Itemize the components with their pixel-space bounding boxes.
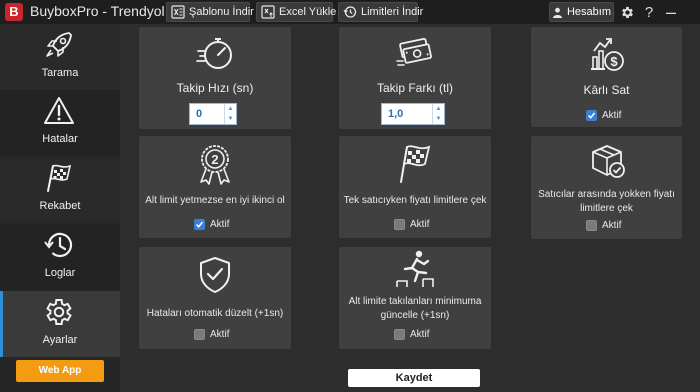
second-best-card: 2 Alt limit yetmezse en iyi ikinci ol Ak… <box>139 136 291 238</box>
second-best-checkbox[interactable]: Aktif <box>194 219 229 230</box>
checkbox-checked-icon <box>586 110 597 121</box>
limits-download-label: Limitleri İndir <box>361 6 424 18</box>
sole-seller-active-label: Aktif <box>410 219 430 230</box>
sidebar-item-ayarlar[interactable]: Ayarlar <box>0 291 120 357</box>
price-diff-title: Takip Farkı (tl) <box>376 81 453 95</box>
speed-decrement-icon[interactable]: ▼ <box>225 114 236 124</box>
sole-seller-desc: Tek satıcıyken fiyatı limitlere çek <box>343 195 487 206</box>
min-update-checkbox[interactable]: Aktif <box>394 329 429 340</box>
save-button[interactable]: Kaydet <box>348 369 480 387</box>
money-icon <box>396 37 432 66</box>
sidebar-item-hatalar[interactable]: Hatalar <box>0 90 120 156</box>
rocket-icon <box>46 32 72 57</box>
second-best-active-label: Aktif <box>210 219 230 230</box>
profitable-title: Kârlı Sat <box>583 83 630 97</box>
sole-seller-checkbox[interactable]: Aktif <box>394 219 429 230</box>
limits-download-button[interactable]: Limitleri İndir <box>338 2 423 22</box>
speed-title: Takip Hızı (sn) <box>176 81 254 95</box>
excel-icon <box>171 5 185 19</box>
min-update-active-label: Aktif <box>410 329 430 340</box>
template-download-label: Şablonu İndir <box>189 6 254 18</box>
second-best-desc: Alt limit yetmezse en iyi ikinci ol <box>145 195 285 206</box>
checkbox-checked-icon <box>194 219 205 230</box>
profit-chart-icon: $ <box>590 38 624 71</box>
web-app-button[interactable]: Web App <box>16 360 104 382</box>
race-flag-icon <box>47 164 72 192</box>
award-ribbon-icon: 2 <box>200 145 230 185</box>
checkbox-unchecked-icon <box>586 220 597 231</box>
auto-fix-checkbox[interactable]: Aktif <box>194 329 229 340</box>
speed-increment-icon[interactable]: ▲ <box>225 104 236 114</box>
sidebar-item-tarama[interactable]: Tarama <box>0 24 120 90</box>
price-diff-increment-icon[interactable]: ▲ <box>433 104 444 114</box>
min-update-desc: Alt limite takılanları minimuma güncelle… <box>348 296 482 321</box>
excel-upload-icon <box>261 5 275 19</box>
template-download-button[interactable]: Şablonu İndir <box>166 2 254 22</box>
speedometer-icon <box>196 38 232 69</box>
app-title: BuyboxPro - Trendyol <box>30 3 165 19</box>
sole-seller-card: Tek satıcıyken fiyatı limitlere çek Akti… <box>339 136 491 238</box>
svg-text:$: $ <box>610 54 618 69</box>
speed-value: 0 <box>196 108 203 120</box>
profitable-card: $ Kârlı Sat Aktif <box>531 27 682 127</box>
sidebar-label-ayarlar: Ayarlar <box>42 334 78 346</box>
between-sellers-card: Satıcılar arasında yokken fiyatı limitle… <box>531 136 682 239</box>
profitable-active-label: Aktif <box>602 110 622 121</box>
minimize-icon[interactable]: – <box>662 2 680 22</box>
checkbox-unchecked-icon <box>394 329 405 340</box>
account-label: Hesabım <box>566 6 612 18</box>
help-icon[interactable]: ? <box>640 2 658 22</box>
price-diff-value: 1,0 <box>388 108 404 120</box>
sidebar-label-tarama: Tarama <box>41 67 79 79</box>
sidebar-item-rekabet[interactable]: Rekabet <box>0 157 120 223</box>
between-sellers-active-label: Aktif <box>602 220 622 231</box>
excel-upload-button[interactable]: Excel Yükle <box>256 2 337 22</box>
box-check-icon <box>591 145 625 178</box>
auto-fix-card: Hataları otomatik düzelt (+1sn) Aktif <box>139 247 291 349</box>
price-diff-card: Takip Farkı (tl) 1,0 ▲ ▼ <box>339 27 491 129</box>
between-sellers-checkbox[interactable]: Aktif <box>586 220 621 231</box>
price-diff-decrement-icon[interactable]: ▼ <box>433 114 444 124</box>
auto-fix-active-label: Aktif <box>210 329 230 340</box>
speed-card: Takip Hızı (sn) 0 ▲ ▼ <box>139 27 291 129</box>
checkbox-unchecked-icon <box>394 219 405 230</box>
checkbox-unchecked-icon <box>194 329 205 340</box>
profitable-checkbox[interactable]: Aktif <box>586 110 621 121</box>
speed-stepper[interactable]: 0 ▲ ▼ <box>189 103 237 125</box>
min-update-card: Alt limite takılanları minimuma güncelle… <box>339 247 491 349</box>
price-diff-stepper[interactable]: 1,0 ▲ ▼ <box>381 103 445 125</box>
history-icon <box>44 232 73 258</box>
account-button[interactable]: Hesabım <box>549 2 614 22</box>
checkered-flag-icon <box>400 145 431 183</box>
history-icon <box>343 6 357 18</box>
sidebar-label-hatalar: Hatalar <box>42 133 78 145</box>
between-sellers-desc: Satıcılar arasında yokken fiyatı limitle… <box>538 189 675 214</box>
sidebar: Tarama Hatalar Rekabet Loglar Ayarlar We… <box>0 24 120 392</box>
sidebar-item-loglar[interactable]: Loglar <box>0 224 120 290</box>
auto-fix-desc: Hataları otomatik düzelt (+1sn) <box>146 308 284 319</box>
shield-check-icon <box>200 257 230 293</box>
warning-icon <box>44 97 74 124</box>
sidebar-label-rekabet: Rekabet <box>39 200 81 212</box>
title-bar: B BuyboxPro - Trendyol Şablonu İndir Exc… <box>0 0 700 24</box>
excel-upload-label: Excel Yükle <box>279 6 337 18</box>
settings-gear-icon[interactable] <box>618 2 636 22</box>
gear-icon <box>46 299 72 325</box>
user-icon <box>552 7 562 18</box>
sidebar-label-loglar: Loglar <box>44 267 76 279</box>
app-logo: B <box>5 3 23 21</box>
svg-text:2: 2 <box>211 152 218 167</box>
hurdle-runner-icon <box>396 250 434 287</box>
